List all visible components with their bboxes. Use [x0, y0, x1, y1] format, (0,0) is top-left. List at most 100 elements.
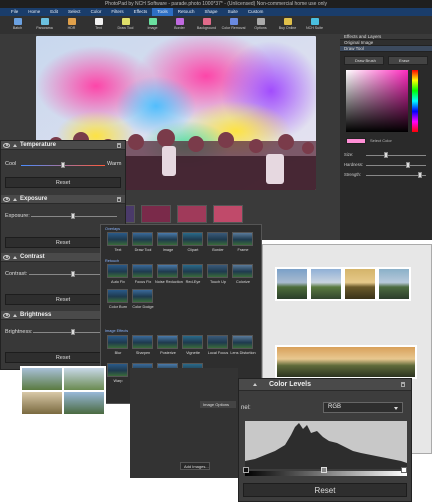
effect-label: Blur	[114, 351, 122, 355]
effect-label: Colorize	[236, 280, 250, 284]
title-bar: PhotoPad by NCH Software - parade.photo …	[0, 0, 432, 8]
toolbar-nch-suite-button[interactable]: NCH Suite	[301, 16, 328, 34]
menu-shape[interactable]: Shape	[200, 8, 223, 16]
effect-red-eye-tile[interactable]	[182, 264, 203, 278]
effect-label: Border	[212, 248, 224, 252]
effect-focus-fix-tile[interactable]	[132, 264, 153, 278]
effect-auto-fix-tile[interactable]	[107, 264, 128, 278]
midtone-handle[interactable]	[321, 467, 327, 473]
menu-suite[interactable]: Suite	[223, 8, 243, 16]
effect-vignette-tile[interactable]	[182, 335, 203, 349]
section-title: Temperature	[20, 142, 56, 148]
menu-color[interactable]: Color	[86, 8, 107, 16]
menu-retouch[interactable]: Retouch	[173, 8, 200, 16]
size-slider[interactable]	[366, 152, 426, 158]
erase-button[interactable]: Erase	[388, 56, 428, 65]
trash-icon[interactable]	[117, 197, 121, 202]
color-levels-header[interactable]: Color Levels	[239, 379, 411, 391]
toolbar-border-button[interactable]: Border	[166, 16, 193, 34]
effect-label: Text	[114, 248, 122, 252]
collage-photo[interactable]	[64, 392, 104, 414]
white-point-handle[interactable]	[401, 467, 407, 473]
effect-sharpen-tile[interactable]	[132, 335, 153, 349]
chevron-up-icon	[253, 383, 257, 386]
toolbar-color-removal-button[interactable]: Color Removal	[220, 16, 247, 34]
effect-image-tile[interactable]	[157, 232, 178, 246]
toolbar-text-button[interactable]: Text	[85, 16, 112, 34]
menu-edit[interactable]: Edit	[45, 8, 63, 16]
toolbar-draw-tool-button[interactable]: Draw Tool	[112, 16, 139, 34]
exposure-header[interactable]: Exposure	[1, 195, 125, 204]
toolbar-panorama-button[interactable]: Panorama	[31, 16, 58, 34]
effect-colorize-tile[interactable]	[232, 264, 253, 278]
effect-posterize-tile[interactable]	[157, 335, 178, 349]
channel-dropdown[interactable]: RGB	[323, 402, 403, 413]
toolbar-image-button[interactable]: Image	[139, 16, 166, 34]
effect-local-focus-tile[interactable]	[207, 335, 228, 349]
toolbar-hdr-button[interactable]: HDR	[58, 16, 85, 34]
toolbar-background-button[interactable]: Background	[193, 16, 220, 34]
effect-frame-tile[interactable]	[232, 232, 253, 246]
toolbar-batch-button[interactable]: Batch	[4, 16, 31, 34]
landscape-thumbnail[interactable]	[309, 267, 343, 301]
eye-icon[interactable]	[3, 142, 10, 148]
thumbnail[interactable]	[177, 205, 207, 223]
temperature-slider[interactable]	[21, 162, 105, 168]
effect-blur-tile[interactable]	[107, 335, 128, 349]
trash-icon[interactable]	[401, 382, 405, 387]
exposure-slider[interactable]	[31, 213, 117, 219]
border-icon	[175, 18, 184, 25]
add-images-button[interactable]: Add Images...	[180, 462, 210, 470]
temperature-reset-button[interactable]: Reset	[5, 177, 121, 188]
effect-lens-distortion-tile[interactable]	[232, 335, 253, 349]
thumbnail[interactable]	[141, 205, 171, 223]
menu-home[interactable]: Home	[23, 8, 45, 16]
effect-group-label: Overlays	[105, 227, 120, 231]
levels-reset-button[interactable]: Reset	[243, 483, 407, 497]
menu-filters[interactable]: Filters	[106, 8, 128, 16]
draw-brush-button[interactable]: Draw Brush	[344, 56, 384, 65]
image-thumbnail-strip	[105, 205, 275, 225]
collage-app-window: Image Options Add Images...	[130, 368, 238, 478]
toolbar-buy-online-button[interactable]: Buy Online	[274, 16, 301, 34]
panorama-preview[interactable]	[275, 345, 417, 379]
hardness-slider[interactable]	[366, 162, 426, 168]
strength-slider[interactable]	[366, 172, 426, 178]
black-point-handle[interactable]	[243, 467, 249, 473]
eye-icon[interactable]	[3, 196, 10, 202]
collage-photo[interactable]	[22, 368, 62, 390]
menu-effects[interactable]: Effects	[129, 8, 153, 16]
collage-photo[interactable]	[64, 368, 104, 390]
selected-color-swatch[interactable]	[346, 138, 366, 144]
layer-draw-tool[interactable]: Draw Tool	[340, 46, 432, 52]
landscape-thumbnail[interactable]	[275, 267, 309, 301]
menu-custom[interactable]: Custom	[243, 8, 269, 16]
landscape-thumbnail[interactable]	[377, 267, 411, 301]
menu-select[interactable]: Select	[63, 8, 86, 16]
toolbar-options-button[interactable]: Options	[247, 16, 274, 34]
image-icon	[148, 18, 157, 25]
color-levels-panel: Color Levels nel: RGB Reset	[238, 378, 412, 502]
trash-icon[interactable]	[117, 143, 121, 148]
temperature-header[interactable]: Temperature	[1, 141, 125, 150]
thumbnail[interactable]	[213, 205, 243, 223]
effect-noise-reduction-tile[interactable]	[157, 264, 178, 278]
effect-border-tile[interactable]	[207, 232, 228, 246]
landscape-thumbnail[interactable]	[343, 267, 377, 301]
hue-slider[interactable]	[412, 70, 418, 132]
effect-touch-up-tile[interactable]	[207, 264, 228, 278]
menu-file[interactable]: File	[6, 8, 23, 16]
chevron-up-icon	[13, 255, 17, 259]
color-picker-gradient[interactable]	[346, 70, 408, 132]
effect-draw-tool-tile[interactable]	[132, 232, 153, 246]
effect-text-tile[interactable]	[107, 232, 128, 246]
effect-warp-tile[interactable]	[107, 363, 128, 377]
eye-icon[interactable]	[3, 254, 10, 260]
effect-color-dodge-tile[interactable]	[132, 289, 153, 303]
collage-photo[interactable]	[22, 392, 62, 414]
effect-color-burn-tile[interactable]	[107, 289, 128, 303]
eye-icon[interactable]	[3, 312, 10, 318]
image-options-tab[interactable]: Image Options	[200, 401, 236, 408]
effect-clipart-tile[interactable]	[182, 232, 203, 246]
menu-tools[interactable]: Tools	[152, 8, 173, 16]
